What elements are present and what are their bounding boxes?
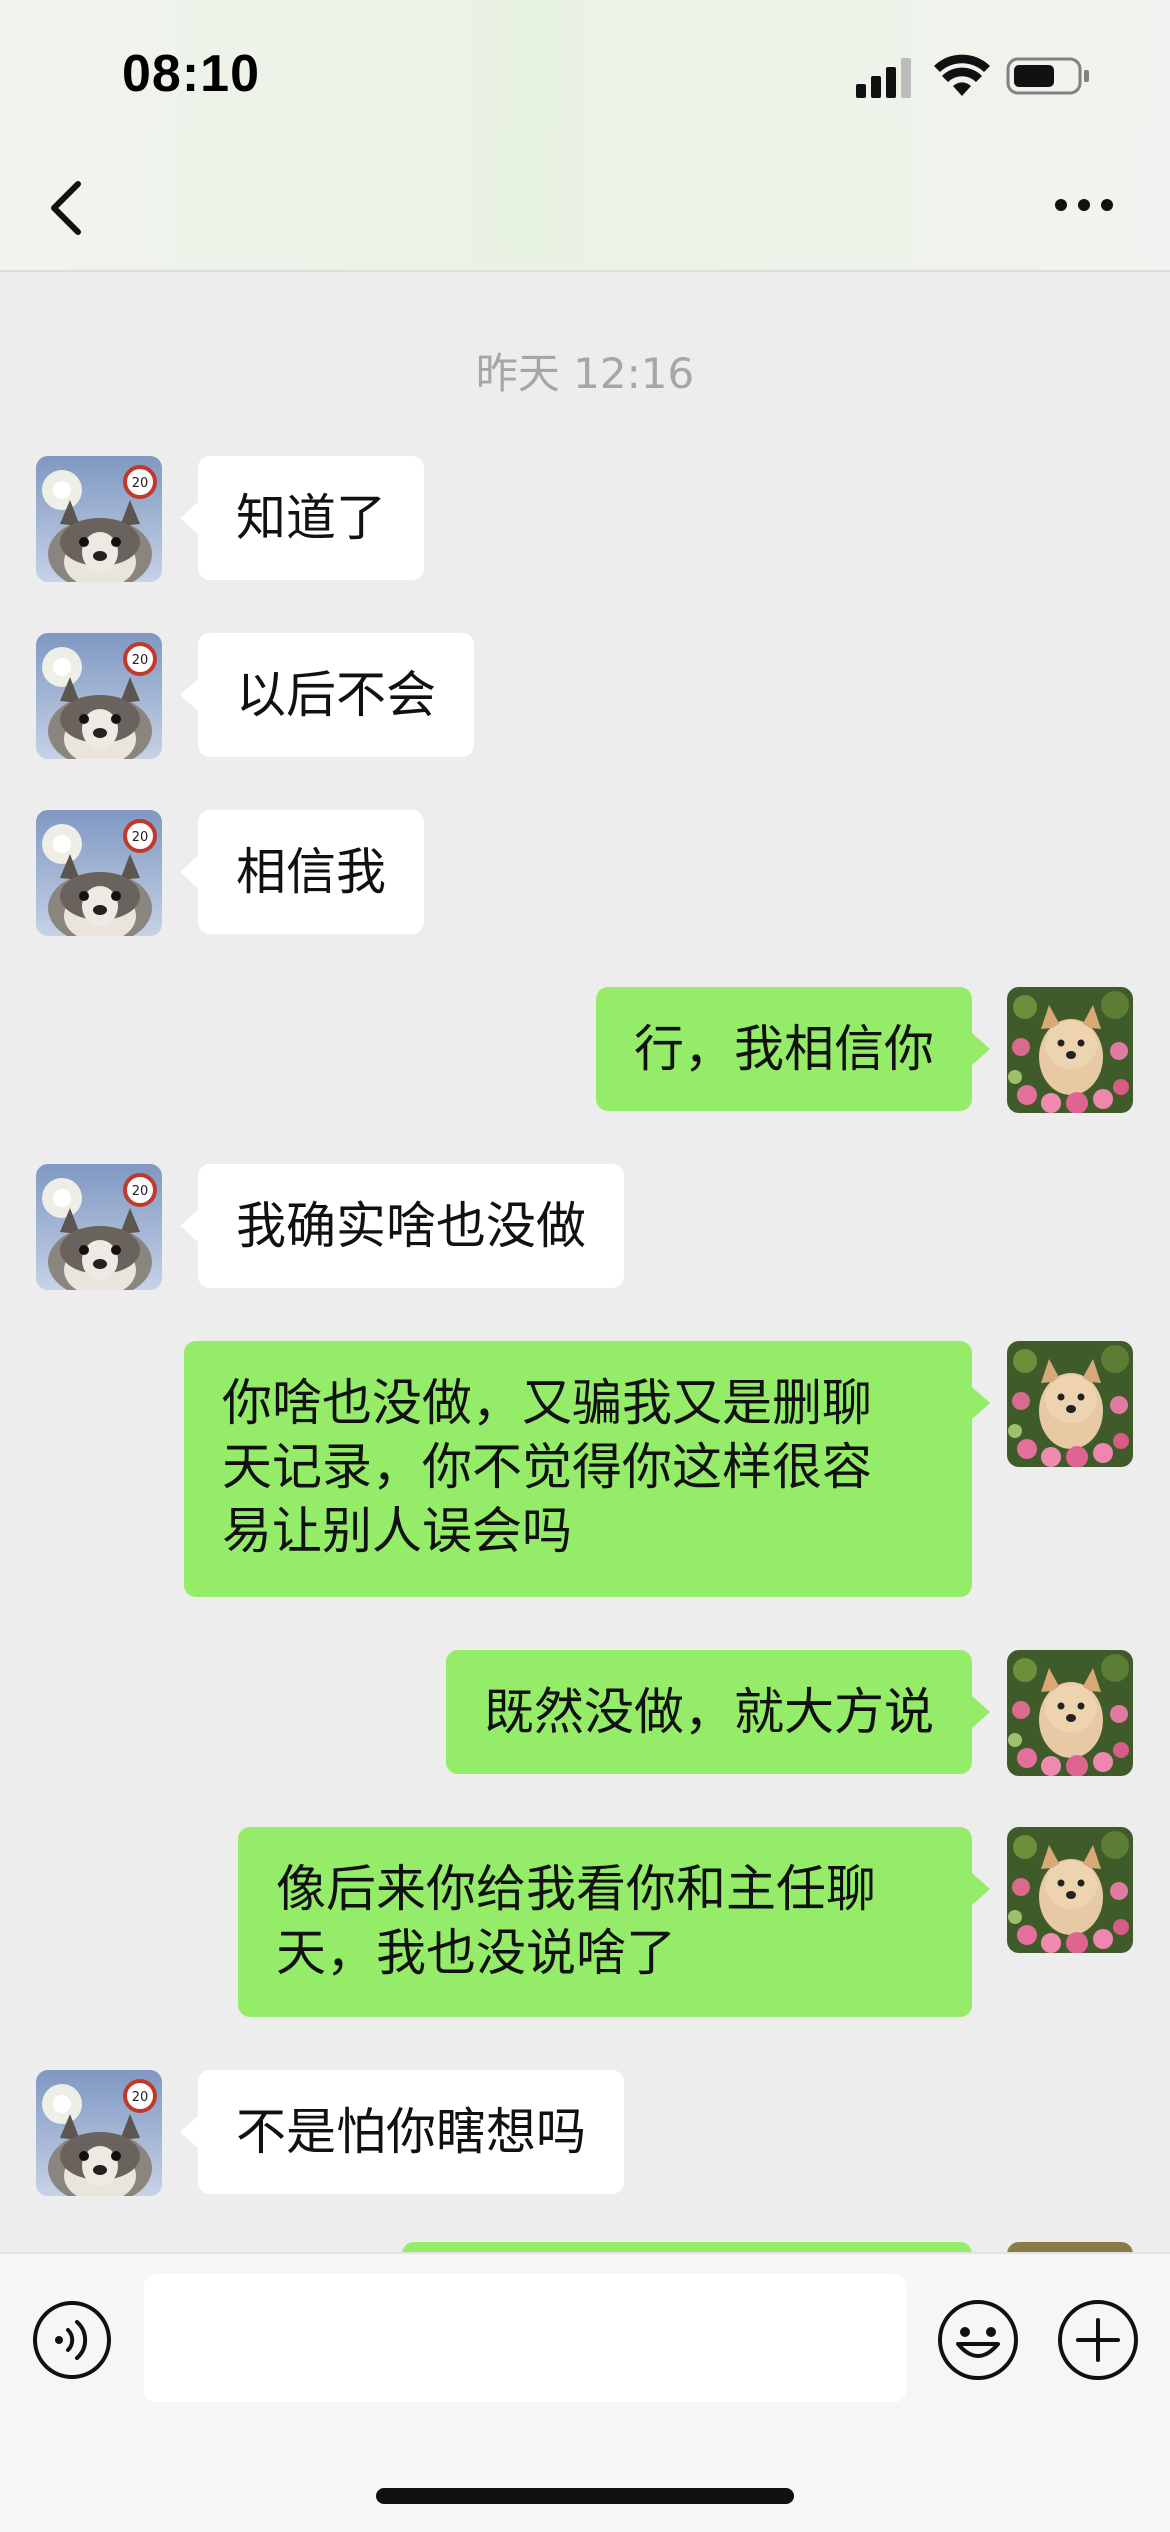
emoji-icon[interactable]	[936, 2298, 1020, 2382]
contact-avatar[interactable]	[36, 633, 162, 759]
cellular-signal-icon	[856, 58, 911, 98]
back-button[interactable]	[36, 168, 96, 248]
status-time: 08:10	[122, 45, 260, 103]
outgoing-message-bubble[interactable]: 行，我相信你	[596, 987, 990, 1111]
chat-timestamp: 昨天 12:16	[475, 349, 695, 398]
incoming-message-bubble[interactable]: 知道了	[180, 456, 424, 580]
incoming-message-bubble[interactable]: 相信我	[180, 810, 424, 934]
plus-icon[interactable]	[1056, 2298, 1140, 2382]
outgoing-message-bubble[interactable]: 你啥也没做，又骗我又是删聊 天记录，你不觉得你这样很容 易让别人误会吗	[184, 1341, 990, 1597]
contact-avatar[interactable]	[36, 2070, 162, 2196]
my-avatar[interactable]	[1007, 987, 1133, 1113]
more-dots-icon	[1055, 199, 1113, 211]
chevron-left-icon	[51, 181, 81, 235]
incoming-message-bubble[interactable]: 我确实啥也没做	[180, 1164, 624, 1288]
voice-icon[interactable]	[32, 2300, 112, 2380]
battery-icon	[1006, 57, 1089, 95]
header: 08:10	[0, 0, 1170, 272]
wifi-icon	[934, 54, 990, 96]
my-avatar[interactable]	[1007, 1827, 1133, 1953]
message-input[interactable]	[144, 2274, 906, 2402]
incoming-message-bubble[interactable]: 不是怕你瞎想吗	[180, 2070, 624, 2194]
outgoing-message-bubble[interactable]: 像后来你给我看你和主任聊 天，我也没说啥了	[238, 1827, 990, 2017]
outgoing-message-bubble[interactable]: 既然没做，就大方说	[446, 1650, 990, 1774]
contact-avatar[interactable]	[36, 810, 162, 936]
contact-avatar[interactable]	[36, 1164, 162, 1290]
contact-avatar[interactable]	[36, 456, 162, 582]
my-avatar[interactable]	[1007, 1650, 1133, 1776]
home-indicator	[376, 2488, 794, 2504]
more-options-button[interactable]	[1044, 180, 1124, 230]
my-avatar[interactable]	[1007, 1341, 1133, 1467]
incoming-message-bubble[interactable]: 以后不会	[180, 633, 474, 757]
